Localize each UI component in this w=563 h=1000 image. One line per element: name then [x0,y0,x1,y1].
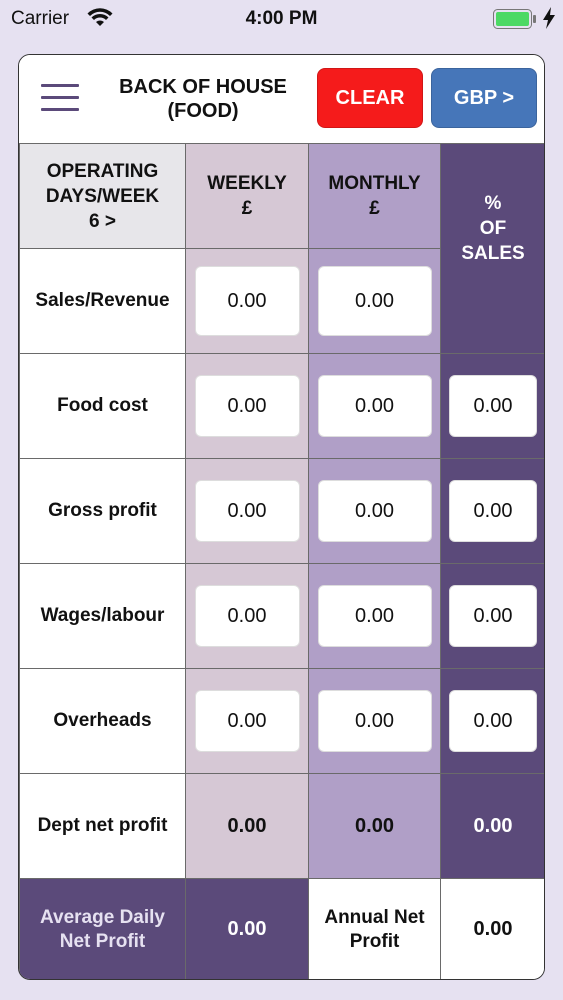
dept-net-profit-monthly-value: 0.00 [308,773,441,879]
overheads-pct-input[interactable]: 0.00 [449,690,537,752]
weekly-column-header: WEEKLY £ [185,143,309,249]
dept-net-profit-pct-value: 0.00 [440,773,544,879]
avg-label-line2: Net Profit [59,930,146,952]
avg-label-line1: Average Daily [40,906,165,928]
operating-days-value: 6 > [89,210,116,232]
row-label-overheads: Overheads [19,668,186,774]
row-label-wages-labour: Wages/labour [19,563,186,669]
weekly-cell: 0.00 [185,563,309,669]
overheads-monthly-input[interactable]: 0.00 [317,690,432,752]
row-label-food-cost: Food cost [19,353,186,459]
sales-monthly-input[interactable]: 0.00 [317,266,432,336]
dept-net-profit-weekly-value: 0.00 [185,773,309,879]
wages-weekly-input[interactable]: 0.00 [194,585,300,647]
menu-icon[interactable] [41,84,79,112]
calculator-card: BACK OF HOUSE (FOOD) CLEAR GBP > OPERATI… [18,54,545,980]
monthly-cell: 0.00 [308,353,441,459]
battery-icon [493,9,536,29]
gross-profit-pct-input[interactable]: 0.00 [449,480,537,542]
annual-label-line2: Profit [349,930,400,952]
monthly-column-header: MONTHLY £ [308,143,441,249]
wages-pct-input[interactable]: 0.00 [449,585,537,647]
row-label-dept-net-profit: Dept net profit [19,773,186,879]
wages-monthly-input[interactable]: 0.00 [317,585,432,647]
monthly-currency-symbol: £ [369,198,380,219]
average-daily-net-profit-label: Average Daily Net Profit [19,878,186,979]
food-cost-weekly-input[interactable]: 0.00 [194,375,300,437]
pct-cell: 0.00 [440,668,544,774]
weekly-header-label: WEEKLY [207,173,287,194]
pct-header-line1: % [484,192,502,214]
status-bar: Carrier 4:00 PM [0,0,563,40]
monthly-cell: 0.00 [308,563,441,669]
monthly-cell: 0.00 [308,248,441,354]
pct-header-line2: OF [479,217,507,239]
weekly-cell: 0.00 [185,668,309,774]
gross-profit-monthly-input[interactable]: 0.00 [317,480,432,542]
sales-weekly-input[interactable]: 0.00 [194,266,300,336]
gross-profit-weekly-input[interactable]: 0.00 [194,480,300,542]
annual-net-profit-value: 0.00 [440,878,544,979]
pct-cell: 0.00 [440,353,544,459]
annual-net-profit-label: Annual Net Profit [308,878,441,979]
row-label-sales-revenue: Sales/Revenue [19,248,186,354]
weekly-cell: 0.00 [185,248,309,354]
food-cost-monthly-input[interactable]: 0.00 [317,375,432,437]
currency-button[interactable]: GBP > [431,68,537,128]
operating-days-label-line1: OPERATING [46,160,159,182]
overheads-weekly-input[interactable]: 0.00 [194,690,300,752]
charging-bolt-icon [543,7,555,29]
weekly-cell: 0.00 [185,353,309,459]
page-title-line2: (FOOD) [167,100,239,122]
weekly-cell: 0.00 [185,458,309,564]
page-title-line1: BACK OF HOUSE [119,76,287,98]
operating-days-selector[interactable]: OPERATING DAYS/WEEK 6 > [19,143,186,249]
monthly-cell: 0.00 [308,458,441,564]
average-daily-net-profit-value: 0.00 [185,878,309,979]
food-cost-pct-input[interactable]: 0.00 [449,375,537,437]
monthly-header-label: MONTHLY [328,173,421,194]
pct-sales-column-header: % OF SALES [440,143,544,355]
calculator-grid: OPERATING DAYS/WEEK 6 > WEEKLY £ MONTHLY… [19,143,544,979]
pct-cell: 0.00 [440,458,544,564]
pct-header-line3: SALES [461,242,525,264]
pct-cell: 0.00 [440,563,544,669]
clock: 4:00 PM [245,8,318,29]
monthly-cell: 0.00 [308,668,441,774]
weekly-currency-symbol: £ [241,198,253,219]
row-label-gross-profit: Gross profit [19,458,186,564]
clear-button[interactable]: CLEAR [317,68,423,128]
annual-label-line1: Annual Net [324,906,425,928]
page-title: BACK OF HOUSE (FOOD) [103,75,303,123]
operating-days-label-line2: DAYS/WEEK [45,185,160,207]
header: BACK OF HOUSE (FOOD) CLEAR GBP > [19,55,544,143]
